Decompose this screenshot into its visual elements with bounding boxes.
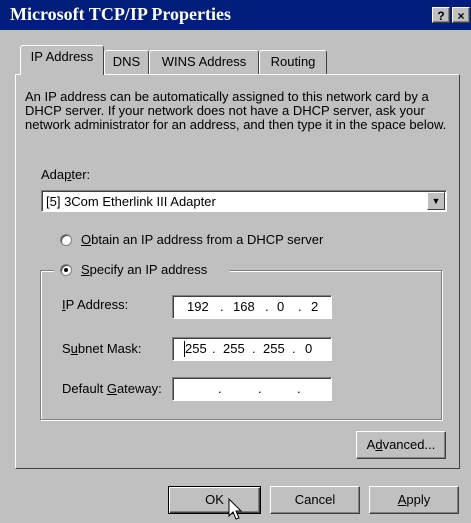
ok-button[interactable]: OK xyxy=(168,486,261,514)
radio-obtain-dhcp[interactable] xyxy=(60,234,72,246)
chevron-down-icon[interactable]: ▼ xyxy=(427,192,445,210)
adapter-select[interactable]: [5] 3Com Etherlink III Adapter ▼ xyxy=(41,190,447,212)
radio-specify-ip-label[interactable]: Specify an IP address xyxy=(81,262,207,277)
radio-obtain-dhcp-label[interactable]: Obtain an IP address from a DHCP server xyxy=(81,232,323,247)
radio-specify-ip[interactable] xyxy=(60,264,72,276)
apply-button[interactable]: Apply xyxy=(369,486,459,514)
cancel-button[interactable]: Cancel xyxy=(270,486,360,514)
default-gateway-label: Default Gateway: xyxy=(62,381,162,396)
subnet-mask-field[interactable]: 255 . 255 . 255 . 0 xyxy=(172,337,332,361)
ip-octet-4: 2 xyxy=(311,299,319,314)
description-text: An IP address can be automatically assig… xyxy=(25,89,447,132)
tcpip-properties-dialog: Microsoft TCP/IP Properties ? × IP Addre… xyxy=(0,0,471,523)
advanced-button[interactable]: Advanced... xyxy=(356,431,446,459)
ip-octet-3: 0 xyxy=(277,299,285,314)
subnet-octet-3: 255 xyxy=(263,341,285,356)
ip-octet-1: 192 xyxy=(187,299,209,314)
radio-selected-dot xyxy=(64,268,68,272)
adapter-selected-value: [5] 3Com Etherlink III Adapter xyxy=(46,194,216,209)
ip-address-label: IP Address: xyxy=(62,297,129,312)
ip-address-field[interactable]: 192 . 168 . 0 . 2 xyxy=(172,295,332,319)
subnet-octet-1: 255 xyxy=(185,341,207,356)
ip-octet-2: 168 xyxy=(233,299,255,314)
subnet-mask-label: Subnet Mask: xyxy=(62,341,142,356)
mouse-pointer-icon xyxy=(228,498,243,520)
subnet-octet-4: 0 xyxy=(305,341,313,356)
text-caret xyxy=(184,341,185,357)
adapter-label: Adapter: xyxy=(41,167,91,182)
subnet-octet-2: 255 xyxy=(223,341,245,356)
default-gateway-field[interactable]: . . . xyxy=(172,377,332,401)
